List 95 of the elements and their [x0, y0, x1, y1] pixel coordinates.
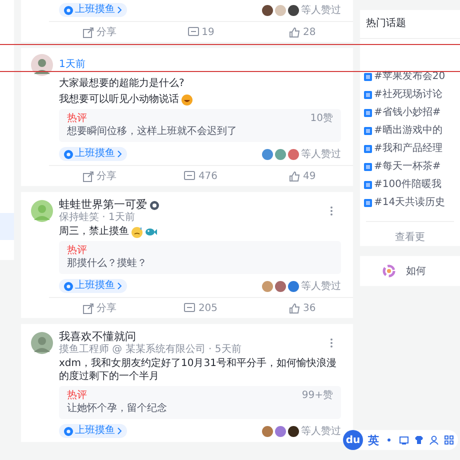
user-icon[interactable] — [429, 435, 439, 445]
comment-icon — [184, 170, 196, 182]
liker-avatar — [262, 148, 273, 160]
post-text: 大家最想要的超能力是什么? — [59, 77, 184, 90]
topic-icon — [364, 127, 372, 135]
author-meta: 摸鱼工程师 @ 某某系统有限公司 · 5天前 — [59, 344, 242, 356]
hot-comment-text: 那摸什么？摸蛙？ — [67, 257, 148, 271]
topic-icon — [364, 163, 372, 171]
liker-avatar — [262, 426, 273, 436]
share-icon — [82, 302, 94, 314]
likers-text: 等人赞过 — [301, 424, 341, 438]
share-icon — [82, 170, 94, 182]
topic-tag[interactable]: 上班摸鱼 — [59, 279, 127, 293]
topic-tag[interactable]: 上班摸鱼 — [59, 147, 127, 161]
thumb-up-icon — [288, 170, 300, 182]
topic-link[interactable]: #省钱小妙招# — [374, 106, 441, 120]
share-button[interactable]: 分享 — [49, 301, 150, 315]
comment-button[interactable]: 19 — [150, 26, 252, 38]
hot-comment-label: 热评 — [67, 389, 87, 402]
likers-text: 等人赞过 — [301, 280, 341, 293]
like-count: 99+赞 — [302, 389, 333, 402]
post-text: 周三，禁止摸鱼 — [59, 225, 129, 238]
topic-icon — [64, 282, 73, 290]
comment-button[interactable]: 476 — [150, 170, 252, 182]
author-meta: 保持蛙笑 · 1天前 — [59, 212, 136, 224]
post-time: 1天前 — [59, 59, 86, 71]
share-icon — [82, 26, 94, 38]
topic-tag[interactable]: 上班摸鱼 — [59, 3, 127, 17]
more-icon[interactable] — [330, 338, 333, 348]
author-name[interactable]: 我喜欢不懂就问 — [59, 330, 136, 344]
laughing-emoji-icon — [181, 94, 193, 106]
avatar — [31, 332, 53, 354]
topic-icon — [64, 6, 73, 14]
thumb-up-icon — [288, 302, 300, 314]
share-button[interactable]: 分享 — [49, 25, 150, 39]
post-text: xdm，我和女朋友约定好了10月31号和平分手，如何愉快浪漫的度过剩下的一个半月 — [59, 357, 338, 383]
hot-comment-text: 让她怀个孕，留个纪念 — [67, 402, 168, 416]
ime-logo[interactable]: du — [343, 430, 363, 450]
topic-icon — [364, 181, 372, 189]
chevron-icon — [117, 150, 122, 158]
comment-icon — [188, 26, 199, 38]
topic-icon — [64, 426, 73, 436]
liker-avatar — [262, 4, 273, 16]
chevron-icon — [117, 427, 122, 435]
chevron-icon — [117, 282, 122, 290]
avatar — [31, 54, 53, 76]
avatar — [31, 200, 53, 222]
liker-avatar — [275, 426, 286, 436]
like-button[interactable]: 49 — [252, 170, 353, 182]
author-name[interactable]: 蛙蛙世界第一可爱 — [59, 198, 147, 212]
like-count: 10赞 — [310, 112, 333, 125]
liker-avatar — [288, 4, 299, 16]
liker-avatar — [288, 280, 299, 292]
topic-link[interactable]: #社死现场讨论 — [374, 88, 442, 102]
topic-link[interactable]: #晒出游戏中的 — [374, 124, 442, 138]
promo-text[interactable]: 如何 — [406, 264, 426, 278]
grid-icon[interactable] — [444, 435, 454, 445]
liker-avatar — [288, 148, 299, 160]
hot-comment-text: 想要瞬间位移，这样上班就不会迟到了 — [67, 125, 238, 139]
ring-logo-icon — [382, 264, 396, 278]
share-button[interactable]: 分享 — [49, 169, 150, 183]
topic-icon — [64, 150, 73, 158]
topic-link[interactable]: #14天共读历史 — [374, 196, 446, 210]
sweat-emoji-icon — [131, 226, 143, 238]
liker-avatar — [275, 4, 286, 16]
input-mode-button[interactable]: 英 — [368, 432, 379, 448]
hot-comment-label: 热评 — [67, 112, 87, 125]
topic-icon — [364, 109, 372, 117]
comment-icon — [184, 302, 196, 314]
view-more-link[interactable]: 查看更 — [366, 221, 454, 244]
more-icon[interactable] — [330, 206, 333, 216]
topic-link[interactable]: #我和产品经理 — [374, 142, 442, 156]
like-button[interactable]: 28 — [252, 26, 353, 38]
chevron-icon — [117, 6, 122, 14]
post-text: 我想要可以听见小动物说话 — [59, 93, 179, 106]
topic-icon — [364, 73, 372, 81]
shirt-icon[interactable] — [414, 435, 424, 445]
topic-icon — [364, 91, 372, 99]
topic-link[interactable]: #每天一杯茶# — [374, 160, 441, 174]
thumb-up-icon — [288, 26, 300, 38]
likers-text: 等人赞过 — [301, 148, 341, 161]
likers-text: 等人赞过 — [301, 4, 341, 17]
hot-comment-label: 热评 — [67, 244, 87, 257]
topic-icon — [364, 199, 372, 207]
fish-emoji-icon — [145, 226, 157, 238]
topic-icon — [364, 145, 372, 153]
liker-avatar — [288, 426, 299, 436]
liker-avatar — [262, 280, 273, 292]
like-button[interactable]: 36 — [252, 302, 353, 314]
topic-tag[interactable]: 上班摸鱼 — [59, 424, 127, 438]
panel-title: 热门话题 — [360, 10, 460, 39]
liker-avatar — [275, 148, 286, 160]
topic-link[interactable]: #100件陪暖我 — [374, 178, 442, 192]
liker-avatar — [275, 280, 286, 292]
comment-button[interactable]: 205 — [150, 302, 252, 314]
